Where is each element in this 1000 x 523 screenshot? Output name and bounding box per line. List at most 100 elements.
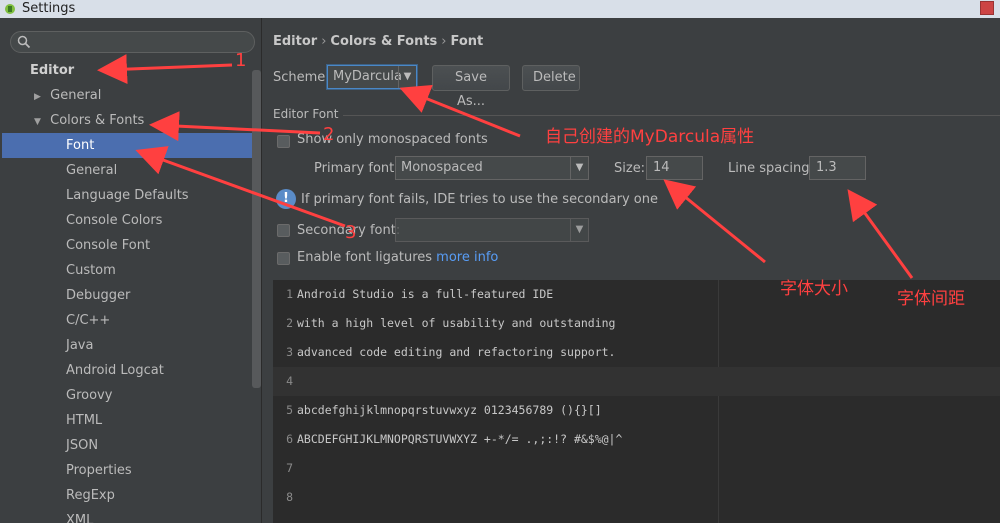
android-studio-icon — [5, 4, 15, 14]
sidebar-item-general[interactable]: ▶ General — [34, 83, 101, 108]
breadcrumb-separator: › — [441, 34, 447, 49]
primary-font-select[interactable]: Monospaced ▼ — [395, 156, 589, 180]
sidebar-item-label: Java — [66, 338, 94, 353]
ligatures-text: Enable font ligatures — [297, 250, 433, 265]
font-preview-editor[interactable]: 1 Android Studio is a full-featured IDE 2 w… — [273, 280, 1000, 523]
fallback-info-text: If primary font fails, IDE tries to use … — [301, 192, 658, 207]
scheme-value: MyDarcula — [333, 69, 402, 84]
search-icon — [17, 35, 31, 49]
sidebar-item-properties[interactable]: Properties — [66, 458, 132, 483]
line-number: 2 — [286, 316, 293, 330]
sidebar-item-label: Font — [66, 138, 95, 153]
line-number: 7 — [286, 461, 293, 475]
secondary-font-select[interactable]: ▼ — [395, 218, 589, 242]
sidebar-item-c-c-[interactable]: C/C++ — [66, 308, 110, 333]
primary-font-label: Primary font: — [314, 161, 399, 176]
ligatures-checkbox[interactable] — [277, 252, 290, 265]
settings-sidebar: Editor ▶ General ▼ Colors & Fonts Font Gener… — [0, 18, 262, 523]
sidebar-item-android-logcat[interactable]: Android Logcat — [66, 358, 164, 383]
sidebar-item-label: Editor — [30, 63, 75, 78]
annotation-number-2: 2 — [323, 124, 335, 145]
ligatures-label: Enable font ligatures more info — [297, 250, 498, 265]
line-number: 6 — [286, 432, 293, 446]
sidebar-item-editor[interactable]: Editor — [30, 58, 74, 83]
annotation-size-note: 字体大小 — [780, 279, 848, 299]
preview-line: 3 advanced code editing and refactoring s… — [273, 338, 1000, 367]
sidebar-item-general[interactable]: General — [66, 158, 117, 183]
breadcrumb-font: Font — [450, 34, 484, 49]
preview-line: 4 — [273, 367, 1000, 396]
preview-line: 6 ABCDEFGHIJKLMNOPQRSTUVWXYZ +-*/= .,;:!?… — [273, 425, 1000, 454]
sidebar-scrollbar[interactable] — [252, 70, 261, 388]
sidebar-item-console-colors[interactable]: Console Colors — [66, 208, 162, 233]
chevron-down-icon: ▼ — [398, 66, 416, 88]
annotation-number-3: 3 — [345, 222, 357, 243]
sidebar-item-custom[interactable]: Custom — [66, 258, 116, 283]
sidebar-item-label: Groovy — [66, 388, 113, 403]
window-titlebar: Settings — [0, 0, 1000, 18]
close-button[interactable] — [980, 1, 994, 15]
line-spacing-label: Line spacing: — [728, 161, 814, 176]
line-number: 1 — [286, 287, 293, 301]
line-number: 5 — [286, 403, 293, 417]
breadcrumb: Editor › Colors & Fonts › Font — [273, 34, 483, 49]
sidebar-item-label: HTML — [66, 413, 103, 428]
preview-line: 8 — [273, 483, 1000, 512]
sidebar-item-font[interactable]: Font — [2, 133, 261, 158]
line-text: Android Studio is a full-featured IDE — [297, 287, 554, 301]
line-text: with a high level of usability and outst… — [297, 316, 616, 330]
section-divider — [343, 115, 1000, 116]
preview-line: 2 with a high level of usability and outs… — [273, 309, 1000, 338]
sidebar-item-label: Android Logcat — [66, 363, 164, 378]
sidebar-item-label: General — [66, 163, 118, 178]
sidebar-item-java[interactable]: Java — [66, 333, 93, 358]
preview-line: 1 Android Studio is a full-featured IDE — [273, 280, 1000, 309]
sidebar-item-label: Custom — [66, 263, 116, 278]
sidebar-item-label: General — [50, 88, 102, 103]
sidebar-item-label: Properties — [66, 463, 132, 478]
window-title: Settings — [22, 1, 76, 16]
sidebar-item-label: Language Defaults — [66, 188, 189, 203]
sidebar-item-label: C/C++ — [66, 313, 111, 328]
sidebar-item-groovy[interactable]: Groovy — [66, 383, 112, 408]
secondary-font-checkbox[interactable] — [277, 224, 290, 237]
annotation-number-1: 1 — [235, 50, 247, 71]
line-text: advanced code editing and refactoring su… — [297, 345, 616, 359]
save-as-button[interactable]: Save As... — [432, 65, 510, 109]
more-info-link[interactable]: more info — [436, 250, 498, 265]
expand-right-icon: ▶ — [34, 92, 41, 102]
chevron-down-icon: ▼ — [570, 219, 588, 241]
sidebar-item-regexp[interactable]: RegExp — [66, 483, 115, 508]
sidebar-item-html[interactable]: HTML — [66, 408, 102, 433]
size-input[interactable]: 14 — [646, 156, 703, 180]
sidebar-item-xml[interactable]: XML — [66, 508, 93, 523]
sidebar-item-label: XML — [66, 513, 94, 523]
breadcrumb-colors-fonts: Colors & Fonts — [330, 34, 438, 49]
line-text: abcdefghijklmnopqrstuvwxyz 0123456789 ()… — [297, 403, 602, 417]
sidebar-item-label: RegExp — [66, 488, 115, 503]
line-spacing-input[interactable]: 1.3 — [809, 156, 866, 180]
sidebar-item-label: JSON — [66, 438, 99, 453]
line-text: ABCDEFGHIJKLMNOPQRSTUVWXYZ +-*/= .,;:!? … — [297, 432, 623, 446]
sidebar-item-colors-fonts[interactable]: ▼ Colors & Fonts — [34, 108, 144, 133]
size-label: Size: — [614, 161, 646, 176]
sidebar-item-json[interactable]: JSON — [66, 433, 98, 458]
annotation-scheme-note: 自己创建的MyDarcula属性 — [545, 127, 755, 147]
editor-font-section-label: Editor Font — [273, 107, 339, 121]
breadcrumb-editor: Editor — [273, 34, 318, 49]
sidebar-item-language-defaults[interactable]: Language Defaults — [66, 183, 189, 208]
line-number: 8 — [286, 490, 293, 504]
chevron-down-icon: ▼ — [570, 157, 588, 179]
preview-line: 5 abcdefghijklmnopqrstuvwxyz 0123456789 (… — [273, 396, 1000, 425]
font-settings-panel: Editor › Colors & Fonts › Font Scheme: MyDar… — [263, 18, 1000, 523]
monospaced-only-checkbox[interactable] — [277, 135, 290, 148]
sidebar-item-label: Debugger — [66, 288, 131, 303]
primary-font-value: Monospaced — [401, 160, 483, 175]
sidebar-item-debugger[interactable]: Debugger — [66, 283, 130, 308]
sidebar-item-label: Console Colors — [66, 213, 163, 228]
search-input[interactable] — [10, 31, 255, 53]
preview-line: 7 — [273, 454, 1000, 483]
scheme-select[interactable]: MyDarcula ▼ — [327, 65, 417, 89]
delete-button[interactable]: Delete — [522, 65, 580, 91]
sidebar-item-console-font[interactable]: Console Font — [66, 233, 150, 258]
